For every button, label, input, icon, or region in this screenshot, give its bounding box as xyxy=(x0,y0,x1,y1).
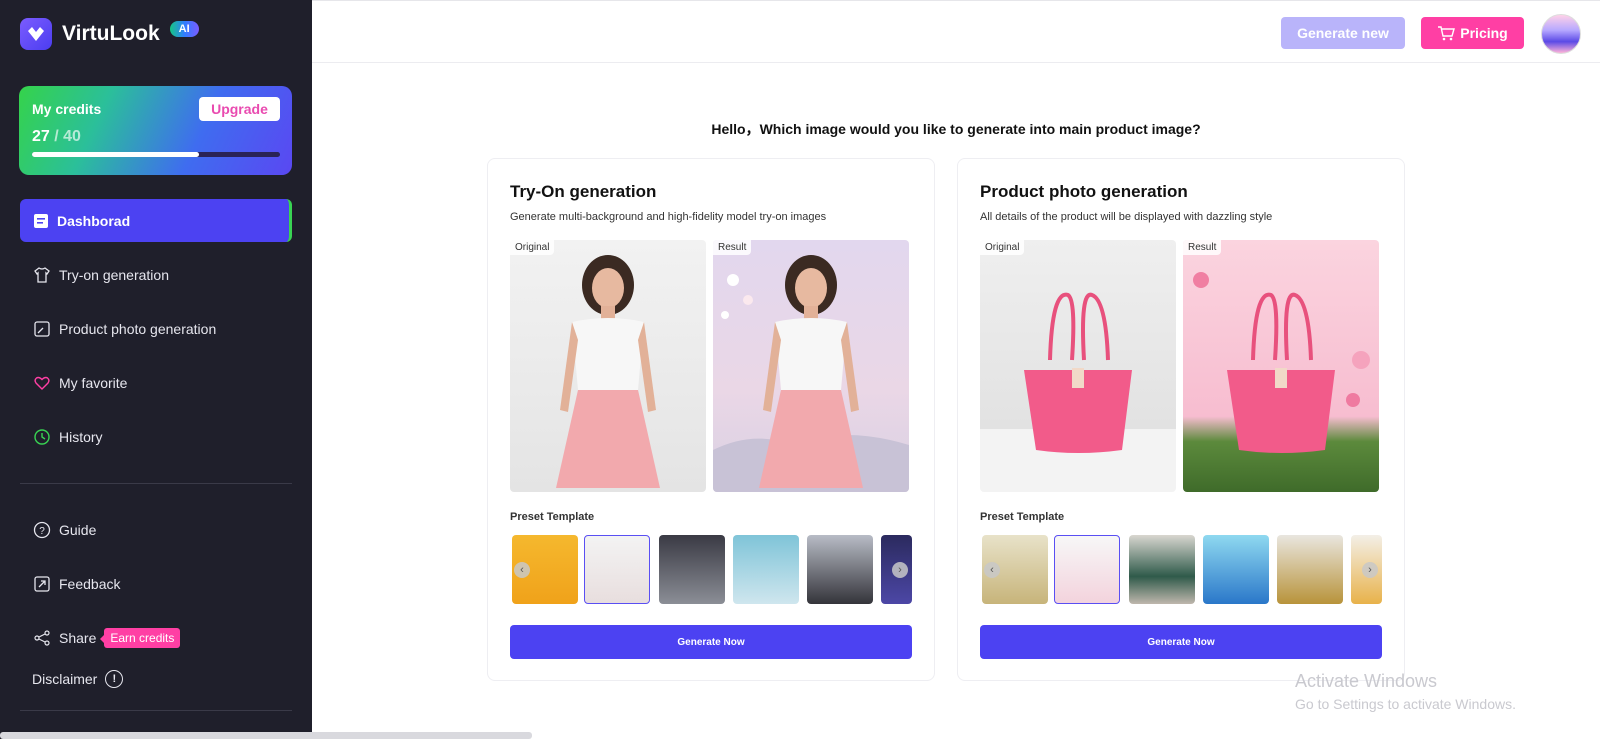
preset-template-label: Preset Template xyxy=(980,511,1065,523)
handbag-figure-result xyxy=(1193,272,1370,453)
preset-template-carousel: ‹ › xyxy=(980,534,1382,606)
card-subtitle: All details of the product will be displ… xyxy=(980,211,1273,223)
preset-template-carousel: ‹ › xyxy=(510,534,912,606)
chevron-right-icon[interactable]: › xyxy=(1362,562,1378,578)
sidebar-item-favorite[interactable]: My favorite xyxy=(20,361,292,404)
ai-badge: AI xyxy=(169,21,199,37)
history-icon xyxy=(34,428,50,445)
image-edit-icon xyxy=(34,320,50,337)
credits-title: My credits xyxy=(32,101,102,117)
disclaimer-link[interactable]: Disclaimer ! xyxy=(32,670,124,688)
credits-progress-bar xyxy=(32,152,280,157)
credits-progress-fill xyxy=(32,152,200,157)
generate-now-button[interactable]: Generate Now xyxy=(510,625,912,659)
card-title: Product photo generation xyxy=(980,182,1188,201)
share-icon xyxy=(34,629,50,646)
dashboard-icon xyxy=(34,213,48,228)
upgrade-button[interactable]: Upgrade xyxy=(199,97,280,121)
sidebar-item-label: Dashborad xyxy=(57,212,131,229)
credits-count: 27 / 40 xyxy=(32,128,81,146)
sidebar-item-label: History xyxy=(59,428,103,445)
sidebar-item-share[interactable]: Share Earn credits xyxy=(20,616,292,659)
result-label: Result xyxy=(1183,240,1222,255)
sidebar-item-label: Feedback xyxy=(59,575,121,592)
chevron-right-icon[interactable]: › xyxy=(892,562,908,578)
card-title: Try-On generation xyxy=(510,182,657,201)
generate-new-button[interactable]: Generate new xyxy=(1281,17,1405,49)
info-icon: ! xyxy=(105,670,124,688)
sidebar-item-feedback[interactable]: Feedback xyxy=(20,562,292,605)
credits-panel: My credits Upgrade 27 / 40 xyxy=(19,86,292,175)
generate-now-button[interactable]: Generate Now xyxy=(980,625,1382,659)
windows-watermark-subtitle: Go to Settings to activate Windows. xyxy=(1295,696,1516,712)
template-thumbnail[interactable] xyxy=(659,535,725,604)
template-thumbnail[interactable] xyxy=(733,535,799,604)
result-image: Result xyxy=(713,240,909,492)
card-subtitle: Generate multi-background and high-fidel… xyxy=(510,211,827,223)
template-thumbnail[interactable] xyxy=(1129,535,1195,604)
sidebar-item-try-on[interactable]: Try-on generation xyxy=(20,253,292,296)
template-thumbnail[interactable] xyxy=(584,535,650,604)
original-label: Original xyxy=(510,240,555,255)
product-photo-card: Product photo generation All details of … xyxy=(957,158,1405,681)
credits-total: / 40 xyxy=(54,128,81,145)
brand[interactable]: VirtuLook AI xyxy=(20,18,199,50)
sidebar-divider xyxy=(20,710,292,711)
cart-icon xyxy=(1438,26,1456,41)
page-greeting: Hello，Which image would you like to gene… xyxy=(711,121,1201,137)
external-link-icon xyxy=(34,575,50,592)
sidebar-item-label: Share xyxy=(59,629,97,646)
preset-template-label: Preset Template xyxy=(510,511,595,523)
pricing-button[interactable]: Pricing xyxy=(1421,17,1524,49)
template-thumbnail[interactable] xyxy=(1054,535,1120,604)
model-figure-result xyxy=(713,255,909,492)
help-circle-icon: ? xyxy=(33,521,51,538)
credits-used: 27 xyxy=(32,128,50,145)
shirt-icon xyxy=(34,266,50,283)
original-image: Original xyxy=(980,240,1176,492)
sidebar-item-label: Guide xyxy=(59,521,97,538)
windows-watermark-title: Activate Windows xyxy=(1295,671,1438,691)
result-label: Result xyxy=(713,240,752,255)
sidebar: VirtuLook AI My credits Upgrade 27 / 40 … xyxy=(0,0,312,739)
header xyxy=(312,3,1600,63)
virtulook-logo-icon xyxy=(20,18,52,50)
try-on-card: Try-On generation Generate multi-backgro… xyxy=(487,158,935,681)
sidebar-item-product-photo[interactable]: Product photo generation xyxy=(20,307,292,350)
heart-icon xyxy=(34,376,50,390)
chevron-left-icon[interactable]: ‹ xyxy=(514,562,530,578)
svg-text:?: ? xyxy=(39,526,45,537)
chevron-left-icon[interactable]: ‹ xyxy=(984,562,1000,578)
template-thumbnail[interactable] xyxy=(1203,535,1269,604)
horizontal-scrollbar[interactable] xyxy=(0,732,532,739)
sidebar-item-history[interactable]: History xyxy=(20,415,292,458)
disclaimer-label: Disclaimer xyxy=(32,671,98,687)
sidebar-item-guide[interactable]: ? Guide xyxy=(20,508,292,551)
avatar[interactable] xyxy=(1541,14,1581,54)
handbag-figure xyxy=(1024,292,1132,453)
sidebar-divider xyxy=(20,483,292,484)
earn-credits-badge: Earn credits xyxy=(100,627,181,648)
result-image: Result xyxy=(1183,240,1379,492)
template-thumbnail[interactable] xyxy=(807,535,873,604)
template-thumbnail[interactable] xyxy=(1277,535,1343,604)
brand-name: VirtuLook xyxy=(62,22,160,45)
original-label: Original xyxy=(980,240,1025,255)
model-figure xyxy=(556,255,660,488)
sidebar-item-label: My favorite xyxy=(59,374,128,391)
sidebar-item-label: Product photo generation xyxy=(59,320,217,337)
pricing-label: Pricing xyxy=(1460,25,1508,41)
original-image: Original xyxy=(510,240,706,492)
sidebar-item-dashboard[interactable]: Dashborad xyxy=(20,199,292,242)
sidebar-item-label: Try-on generation xyxy=(59,266,169,283)
